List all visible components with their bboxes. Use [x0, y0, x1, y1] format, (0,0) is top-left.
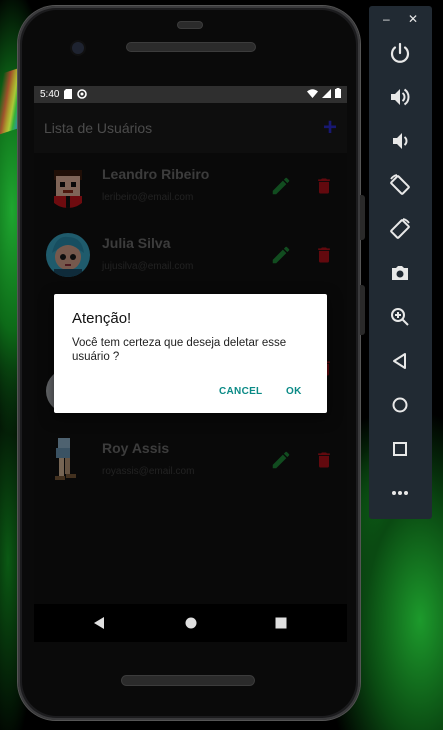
confirm-delete-dialog: Atenção! Você tem certeza que deseja del… [54, 294, 327, 413]
sd-card-icon [64, 88, 73, 101]
phone-bottom-speaker [122, 676, 254, 685]
rotate-right-icon[interactable] [388, 217, 412, 241]
emulator-toolbar: – ✕ [369, 6, 432, 519]
nav-home-icon[interactable] [185, 616, 197, 634]
rotate-left-icon[interactable] [388, 173, 412, 197]
phone-sensor [178, 22, 202, 28]
phone-earpiece-speaker [127, 43, 255, 51]
dialog-message: Você tem certeza que deseja deletar esse… [72, 337, 287, 363]
phone-side-button-power [360, 285, 365, 335]
power-icon[interactable] [388, 41, 412, 65]
more-icon[interactable] [388, 481, 412, 505]
dialog-title: Atenção! [72, 310, 132, 327]
android-nav-bar [34, 604, 347, 642]
camera-icon[interactable] [388, 261, 412, 285]
overview-icon[interactable] [388, 437, 412, 461]
nav-overview-icon[interactable] [275, 616, 287, 634]
front-camera [72, 42, 84, 54]
nav-back-icon[interactable] [93, 616, 105, 634]
signal-icon [322, 88, 331, 101]
home-icon[interactable] [388, 393, 412, 417]
emulator-titlebar: – ✕ [369, 12, 432, 28]
back-icon[interactable] [388, 349, 412, 373]
minimize-button[interactable]: – [383, 12, 390, 26]
data-saver-icon [77, 88, 88, 101]
status-time: 5:40 [40, 89, 60, 100]
phone-side-button-volume [360, 195, 365, 240]
cancel-button[interactable]: CANCEL [219, 386, 262, 397]
wifi-icon [307, 88, 318, 101]
status-bar: 5:40 [34, 86, 347, 103]
ok-button[interactable]: OK [286, 386, 302, 397]
volume-down-icon[interactable] [388, 129, 412, 153]
battery-icon [335, 88, 341, 101]
close-button[interactable]: ✕ [408, 12, 418, 26]
volume-up-icon[interactable] [388, 85, 412, 109]
zoom-icon[interactable] [388, 305, 412, 329]
